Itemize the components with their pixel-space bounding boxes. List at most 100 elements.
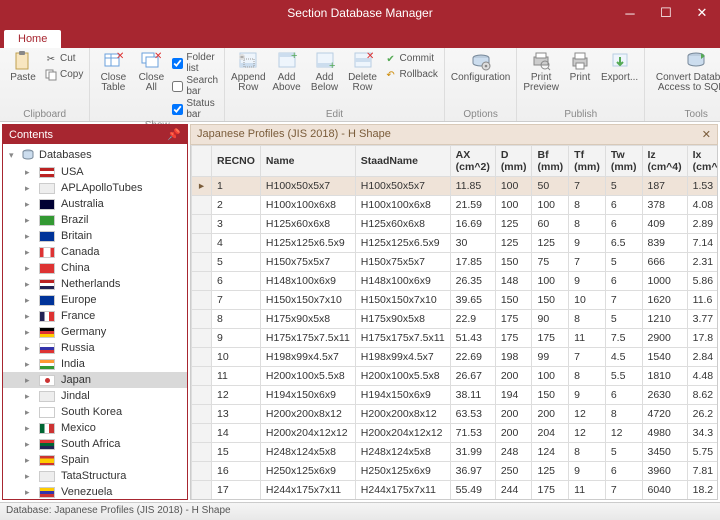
- cell[interactable]: 248: [495, 443, 532, 462]
- cell[interactable]: 11: [569, 481, 606, 500]
- tree-root[interactable]: ▾ Databases: [3, 146, 187, 164]
- table-row[interactable]: 1H100x50x5x7H100x50x5x711.8510050751871.…: [192, 177, 719, 196]
- cell[interactable]: 1: [212, 177, 261, 196]
- cell[interactable]: 175: [495, 329, 532, 348]
- print-button[interactable]: Print: [563, 50, 597, 83]
- expand-icon[interactable]: ▸: [25, 215, 33, 226]
- cell[interactable]: 91.43: [450, 500, 495, 501]
- cell[interactable]: 194: [495, 386, 532, 405]
- tree-item-netherlands[interactable]: ▸Netherlands: [3, 276, 187, 292]
- column-header[interactable]: Tf(mm): [569, 146, 606, 177]
- cell[interactable]: H250x125x6x9: [355, 462, 450, 481]
- cell[interactable]: 36.97: [450, 462, 495, 481]
- cell[interactable]: H100x50x5x7: [260, 177, 355, 196]
- expand-icon[interactable]: ▸: [25, 327, 33, 338]
- table-row[interactable]: 8H175x90x5x8H175x90x5x822.9175908512103.…: [192, 310, 719, 329]
- pin-icon[interactable]: 📌: [167, 128, 181, 141]
- table-row[interactable]: 16H250x125x6x9H250x125x6x936.97250125963…: [192, 462, 719, 481]
- expand-icon[interactable]: ▸: [25, 263, 33, 274]
- cell[interactable]: 38.11: [450, 386, 495, 405]
- cell[interactable]: 12: [569, 424, 606, 443]
- cell[interactable]: 4.08: [687, 196, 718, 215]
- tree-item-jindal[interactable]: ▸Jindal: [3, 388, 187, 404]
- tree-item-usa[interactable]: ▸USA: [3, 164, 187, 180]
- cell[interactable]: 124: [532, 443, 569, 462]
- cell[interactable]: 150: [495, 253, 532, 272]
- cell[interactable]: 7: [605, 291, 642, 310]
- paste-button[interactable]: Paste: [6, 50, 40, 83]
- convert-database-button[interactable]: Convert Database Access to SQLite: [651, 50, 720, 93]
- tree-item-russia[interactable]: ▸Russia: [3, 340, 187, 356]
- cell[interactable]: H125x125x6.5x9: [260, 234, 355, 253]
- column-header[interactable]: Tw(mm): [605, 146, 642, 177]
- column-header[interactable]: Ix(cm^4): [687, 146, 718, 177]
- cell[interactable]: 6: [605, 272, 642, 291]
- cell[interactable]: 200: [495, 405, 532, 424]
- expand-icon[interactable]: ▸: [25, 311, 33, 322]
- document-tab[interactable]: Japanese Profiles (JIS 2018) - H Shape: [197, 128, 391, 141]
- cell[interactable]: H198x99x4.5x7: [260, 348, 355, 367]
- cell[interactable]: 1620: [642, 291, 687, 310]
- cell[interactable]: 5: [605, 443, 642, 462]
- table-row[interactable]: 11H200x100x5.5x8H200x100x5.5x826.6720010…: [192, 367, 719, 386]
- cell[interactable]: 6.5: [605, 234, 642, 253]
- cell[interactable]: 1000: [642, 272, 687, 291]
- table-row[interactable]: 12H194x150x6x9H194x150x6x938.11194150962…: [192, 386, 719, 405]
- tree-item-europe[interactable]: ▸Europe: [3, 292, 187, 308]
- document-close-icon[interactable]: ✕: [702, 128, 711, 141]
- cell[interactable]: 125: [532, 462, 569, 481]
- close-button[interactable]: ✕: [684, 0, 720, 26]
- cell[interactable]: 5: [605, 177, 642, 196]
- cell[interactable]: 8: [569, 215, 606, 234]
- cell[interactable]: 198: [495, 348, 532, 367]
- cell[interactable]: 75: [532, 253, 569, 272]
- tab-home[interactable]: Home: [4, 30, 61, 48]
- cell[interactable]: 11.6: [687, 291, 718, 310]
- tree-item-mexico[interactable]: ▸Mexico: [3, 420, 187, 436]
- expand-icon[interactable]: ▸: [25, 375, 33, 386]
- cell[interactable]: 21.59: [450, 196, 495, 215]
- cell[interactable]: 100: [532, 272, 569, 291]
- table-row[interactable]: 13H200x200x8x12H200x200x8x1263.532002001…: [192, 405, 719, 424]
- cell[interactable]: 7.5: [605, 329, 642, 348]
- cell[interactable]: 5.5: [605, 367, 642, 386]
- configuration-button[interactable]: Configuration: [451, 50, 510, 83]
- cell[interactable]: 6: [605, 196, 642, 215]
- cell[interactable]: 4980: [642, 424, 687, 443]
- cell[interactable]: 1810: [642, 367, 687, 386]
- cell[interactable]: 71.53: [450, 424, 495, 443]
- cell[interactable]: H244x175x7x11: [355, 481, 450, 500]
- cell[interactable]: 4.48: [687, 367, 718, 386]
- cell[interactable]: 148: [495, 272, 532, 291]
- cell[interactable]: 34.3: [687, 424, 718, 443]
- tree-item-canada[interactable]: ▸Canada: [3, 244, 187, 260]
- cell[interactable]: H250x250x9x14: [260, 500, 355, 501]
- column-header[interactable]: Iz(cm^4): [642, 146, 687, 177]
- column-header[interactable]: Bf(mm): [532, 146, 569, 177]
- cell[interactable]: H150x150x7x10: [355, 291, 450, 310]
- cell[interactable]: 26.67: [450, 367, 495, 386]
- tree-item-australia[interactable]: ▸Australia: [3, 196, 187, 212]
- cell[interactable]: 12: [605, 424, 642, 443]
- tree-item-aplapollotubes[interactable]: ▸APLApolloTubes: [3, 180, 187, 196]
- print-preview-button[interactable]: Print Preview: [523, 50, 559, 93]
- cell[interactable]: 1.53: [687, 177, 718, 196]
- cell[interactable]: 9: [569, 272, 606, 291]
- cell[interactable]: H250x250x9x14: [355, 500, 450, 501]
- table-row[interactable]: 3H125x60x6x8H125x60x6x816.6912560864092.…: [192, 215, 719, 234]
- commit-button[interactable]: ✔Commit: [384, 52, 438, 66]
- column-header[interactable]: StaadName: [355, 146, 450, 177]
- cell[interactable]: 175: [532, 481, 569, 500]
- cell[interactable]: 2900: [642, 329, 687, 348]
- cell[interactable]: 14: [212, 424, 261, 443]
- cell[interactable]: 9: [569, 462, 606, 481]
- cell[interactable]: 51.5: [687, 500, 718, 501]
- expand-icon[interactable]: ▸: [25, 231, 33, 242]
- cell[interactable]: 22.9: [450, 310, 495, 329]
- cell[interactable]: H175x175x7.5x11: [260, 329, 355, 348]
- cell[interactable]: 4.5: [605, 348, 642, 367]
- cell[interactable]: 50: [532, 177, 569, 196]
- cell[interactable]: H150x150x7x10: [260, 291, 355, 310]
- cut-button[interactable]: ✂Cut: [44, 52, 83, 66]
- cell[interactable]: 7: [569, 348, 606, 367]
